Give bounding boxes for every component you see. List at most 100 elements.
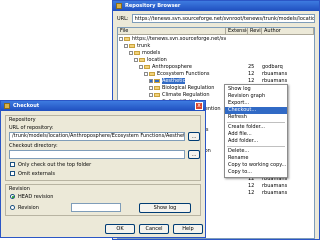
- menu-item[interactable]: Checkout...: [225, 107, 287, 114]
- menu-item[interactable]: Rename: [225, 155, 287, 162]
- menu-item[interactable]: Copy to working copy...: [225, 162, 287, 169]
- checkout-directory-input[interactable]: [9, 150, 185, 159]
- show-log-button[interactable]: Show log: [139, 203, 191, 213]
- tree-row-label: models: [142, 49, 161, 56]
- tree-row-label: Ecosystem Functions: [157, 70, 210, 77]
- folder-icon: [154, 92, 160, 97]
- repository-browser-titlebar[interactable]: Repository Browser: [113, 1, 319, 11]
- tree-row-name: Ecosystem Functions: [118, 71, 226, 77]
- tree-row[interactable]: location: [118, 56, 314, 63]
- head-revision-label: HEAD revision: [18, 194, 54, 200]
- expand-toggle-icon[interactable]: [144, 71, 148, 76]
- omit-externals-checkbox[interactable]: [10, 171, 15, 176]
- folder-icon: [129, 43, 135, 48]
- tree-row-name: Climate Regulation: [118, 92, 226, 98]
- revision-label: Revision: [18, 205, 39, 211]
- tree-row-name: Anthroposphere: [118, 64, 226, 70]
- revision-radio[interactable]: [10, 205, 15, 210]
- menu-item[interactable]: Delete...: [225, 148, 287, 155]
- folder-icon: [149, 71, 155, 76]
- tree-row-name: Biological Regulation: [118, 85, 226, 91]
- head-revision-radio[interactable]: [10, 194, 15, 199]
- expand-toggle-icon[interactable]: [149, 85, 153, 90]
- tree-row-name: https://tenews.svn.sourceforge.net/svnro…: [118, 36, 226, 42]
- url-row: URL: https://tenews.svn.sourceforge.net/…: [117, 14, 315, 23]
- ok-button[interactable]: OK: [105, 224, 135, 234]
- repository-url-combobox[interactable]: /trunk/models/location/Anthroposphere/Ec…: [9, 132, 185, 141]
- menu-item[interactable]: Create folder...: [225, 124, 287, 131]
- expand-toggle-icon[interactable]: [149, 92, 153, 97]
- tree-row-label: location: [147, 56, 167, 63]
- expand-toggle-icon[interactable]: [149, 78, 153, 83]
- tree-row-name: trunk: [118, 43, 226, 49]
- folder-icon: [154, 78, 160, 83]
- omit-externals-label: Omit externals: [18, 171, 55, 177]
- checkout-titlebar[interactable]: Checkout: [1, 101, 205, 111]
- browse-directory-button[interactable]: ...: [188, 150, 200, 159]
- tree-row-label: Climate Regulation: [162, 91, 210, 98]
- revision-number-input[interactable]: [71, 203, 121, 212]
- tree-row[interactable]: Anthroposphere 25 godbarq: [118, 63, 314, 70]
- context-menu: Show log Revision graph Export... Checkout.…: [224, 84, 288, 178]
- tree-row-revision: 25: [248, 63, 255, 70]
- svn-app-icon: [4, 103, 10, 109]
- menu-item[interactable]: Refresh: [225, 114, 287, 121]
- tree-row-label: trunk: [137, 42, 151, 49]
- repository-url-input[interactable]: https://tenews.svn.sourceforge.net/svnro…: [131, 14, 315, 23]
- menu-separator: [227, 146, 285, 147]
- url-label: URL:: [117, 15, 129, 22]
- menu-item[interactable]: Add file...: [225, 131, 287, 138]
- tree-column-header: File Extension Revision Author: [118, 28, 314, 35]
- tree-row-label: Anthroposphere: [152, 63, 193, 70]
- tree-row-revision: 12: [248, 182, 255, 189]
- folder-icon: [144, 64, 150, 69]
- column-file[interactable]: File: [118, 28, 226, 34]
- revision-group-label: Revision: [9, 186, 30, 192]
- url-of-repository-label: URL of repository:: [9, 125, 54, 131]
- column-revision[interactable]: Revision: [248, 28, 262, 34]
- tree-row-author: rbuamans: [262, 182, 288, 189]
- menu-item[interactable]: Add folder...: [225, 138, 287, 145]
- tree-row[interactable]: Ecosystem Functions 12 rbuamans: [118, 70, 314, 77]
- column-extension[interactable]: Extension: [226, 28, 248, 34]
- tree-row-author: rbuamans: [262, 70, 288, 77]
- tree-row-label: Aesthetic: [162, 77, 186, 84]
- folder-icon: [134, 50, 140, 55]
- tree-row[interactable]: Aesthetic 12 rbuamans: [118, 77, 314, 84]
- tree-row[interactable]: models: [118, 49, 314, 56]
- tree-row-revision: 12: [248, 70, 255, 77]
- only-top-folder-checkbox[interactable]: [10, 162, 15, 167]
- tree-row-name: location: [118, 57, 226, 63]
- tree-row-revision: 12: [248, 77, 255, 84]
- column-author[interactable]: Author: [262, 28, 314, 34]
- tree-row-author: rbuamans: [262, 77, 288, 84]
- menu-item[interactable]: Revision graph: [225, 93, 287, 100]
- expand-toggle-icon[interactable]: [134, 57, 138, 62]
- menu-separator: [227, 122, 285, 123]
- close-button[interactable]: x: [195, 102, 203, 110]
- browse-url-button[interactable]: ...: [188, 132, 200, 141]
- expand-toggle-icon[interactable]: [129, 50, 133, 55]
- help-button[interactable]: Help: [173, 224, 203, 234]
- cancel-button[interactable]: Cancel: [139, 224, 169, 234]
- tree-row-author: rbuamans: [262, 189, 288, 196]
- tree-row[interactable]: trunk: [118, 42, 314, 49]
- tree-row[interactable]: https://tenews.svn.sourceforge.net/svnro…: [118, 35, 314, 42]
- svn-app-icon: [116, 3, 122, 9]
- tree-row-revision: 12: [248, 189, 255, 196]
- folder-icon: [154, 85, 160, 90]
- checkout-title: Checkout: [13, 103, 40, 109]
- tree-row-label: Biological Regulation: [162, 84, 215, 91]
- menu-item[interactable]: Export...: [225, 100, 287, 107]
- menu-item[interactable]: Copy to...: [225, 169, 287, 176]
- tree-row-name: Aesthetic: [118, 77, 226, 84]
- expand-toggle-icon[interactable]: [139, 64, 143, 69]
- checkout-directory-label: Checkout directory:: [9, 143, 58, 149]
- expand-toggle-icon[interactable]: [119, 36, 123, 41]
- expand-toggle-icon[interactable]: [124, 43, 128, 48]
- repository-browser-title: Repository Browser: [125, 3, 181, 9]
- folder-icon: [124, 36, 130, 41]
- menu-item[interactable]: Show log: [225, 86, 287, 93]
- tree-row-name: models: [118, 50, 226, 56]
- tree-row-author: godbarq: [262, 63, 283, 70]
